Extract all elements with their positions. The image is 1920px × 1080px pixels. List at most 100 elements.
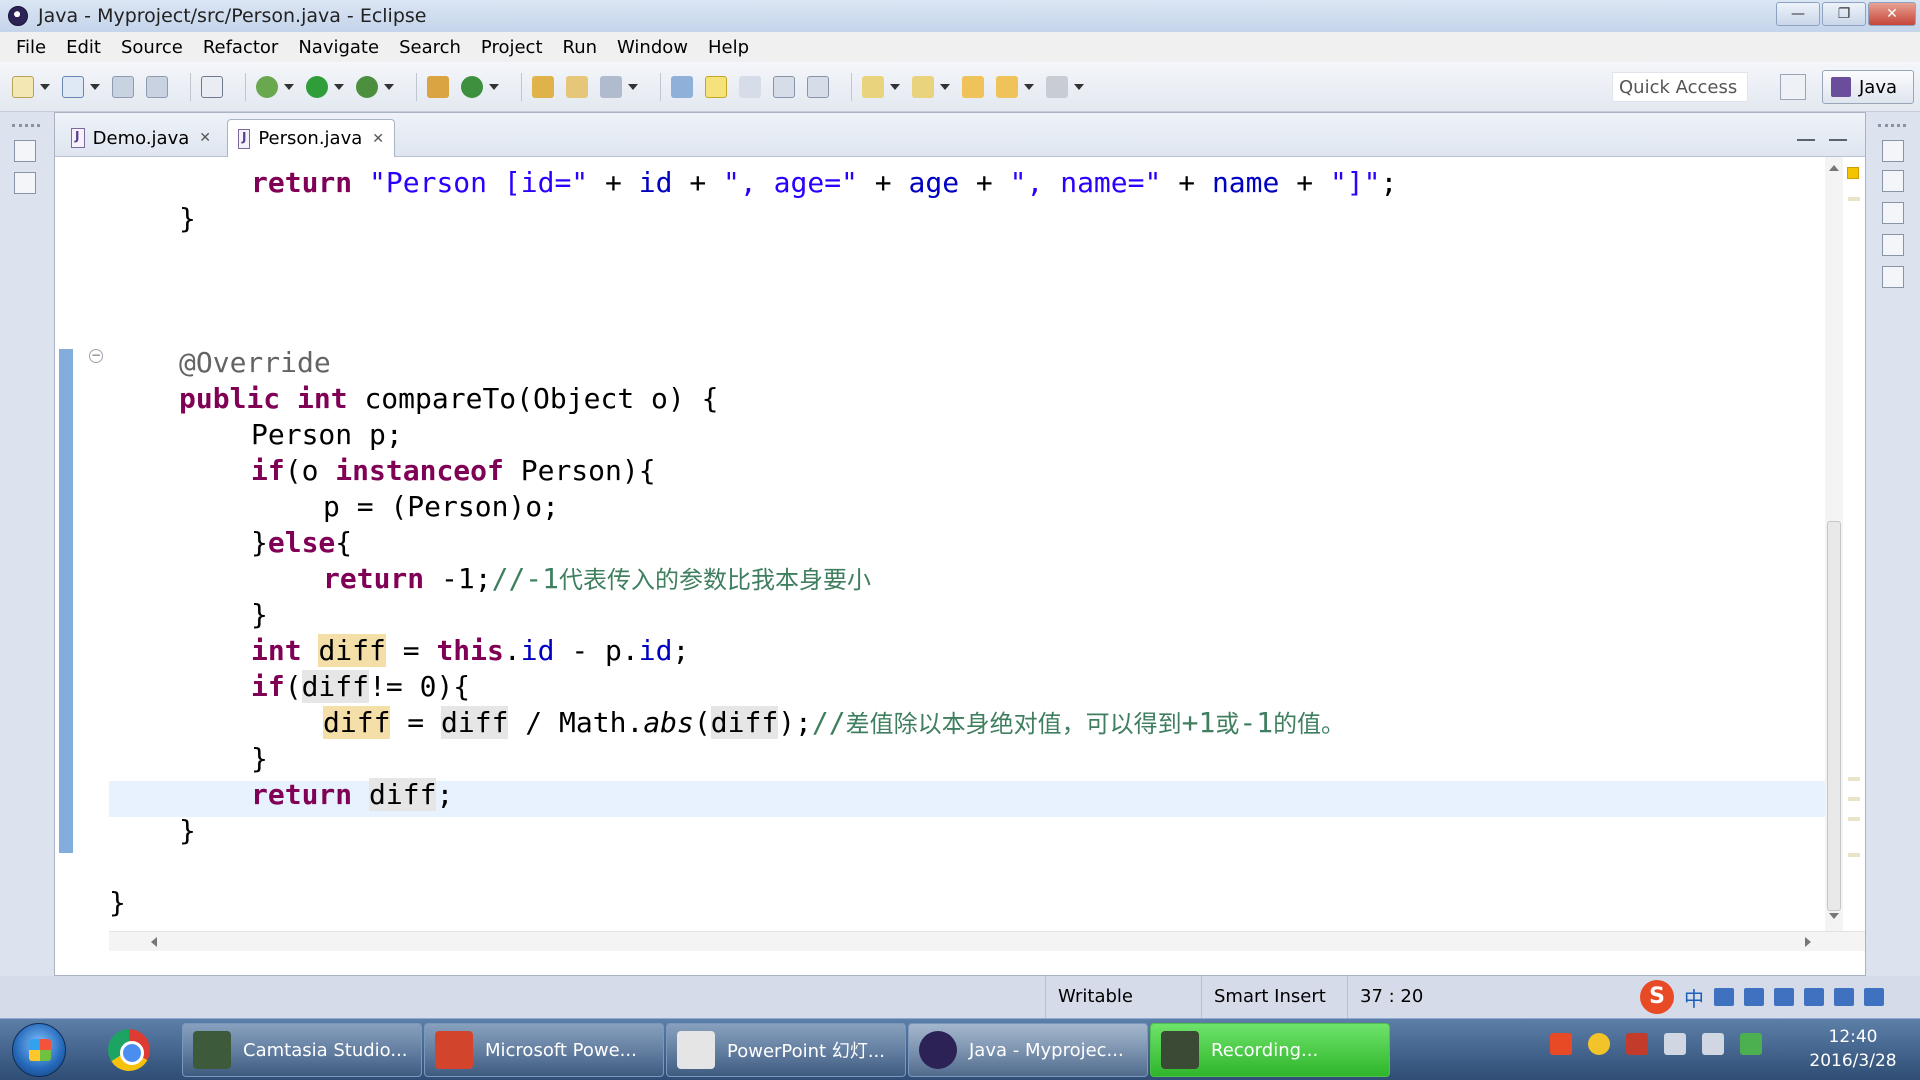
new-dropdown-icon[interactable] — [40, 83, 50, 90]
close-tab-icon[interactable]: ✕ — [199, 130, 211, 146]
mark-occurrences-icon[interactable] — [705, 75, 727, 98]
coverage-dropdown-icon[interactable] — [384, 83, 394, 90]
block-selection-icon[interactable] — [773, 75, 795, 98]
skip-breakpoints-icon[interactable] — [201, 75, 223, 98]
overview-mark[interactable] — [1848, 777, 1860, 781]
run-dropdown-icon[interactable] — [334, 83, 344, 90]
next-annotation-icon[interactable] — [862, 75, 884, 98]
console-icon[interactable] — [1882, 266, 1904, 288]
show-whitespace-icon[interactable] — [807, 75, 829, 98]
tab-demo-java[interactable]: Demo.java ✕ — [61, 119, 221, 157]
java-perspective-button[interactable]: Java — [1822, 70, 1914, 104]
overview-ruler[interactable] — [1845, 157, 1863, 931]
menu-file[interactable]: File — [6, 37, 56, 58]
task-recording[interactable]: Recording... — [1150, 1023, 1390, 1077]
chrome-icon[interactable] — [108, 1029, 150, 1071]
back-icon[interactable] — [996, 75, 1018, 98]
debug-dropdown-icon[interactable] — [284, 83, 294, 90]
open-task-icon[interactable] — [566, 75, 588, 98]
forward-icon[interactable] — [1046, 75, 1068, 98]
warning-icon[interactable] — [1847, 167, 1859, 179]
add-icon[interactable] — [1588, 1033, 1610, 1055]
coverage-icon[interactable] — [356, 75, 378, 98]
task-list-icon[interactable] — [1882, 170, 1904, 192]
start-button[interactable] — [12, 1023, 66, 1077]
minimize-button[interactable]: — — [1776, 2, 1820, 26]
fold-toggle-icon[interactable]: − — [89, 349, 103, 363]
save-icon[interactable] — [112, 75, 134, 98]
drag-handle[interactable] — [12, 124, 40, 128]
menu-search[interactable]: Search — [389, 37, 471, 58]
moon-icon[interactable] — [1714, 988, 1734, 1006]
overview-mark[interactable] — [1848, 197, 1860, 201]
new-project-dropdown-icon[interactable] — [90, 83, 100, 90]
back-dropdown-icon[interactable] — [1024, 83, 1034, 90]
close-tab-icon[interactable]: ✕ — [372, 131, 384, 147]
new-class-dropdown-icon[interactable] — [489, 83, 499, 90]
restore-view-icon[interactable] — [1882, 140, 1904, 162]
close-window-button[interactable]: ✕ — [1868, 2, 1916, 26]
scroll-right-icon[interactable] — [1805, 937, 1811, 947]
overview-mark[interactable] — [1848, 853, 1860, 857]
restore-view-icon[interactable] — [14, 140, 36, 162]
menu-project[interactable]: Project — [471, 37, 553, 58]
javadoc-icon[interactable] — [1882, 202, 1904, 224]
overview-mark[interactable] — [1848, 797, 1860, 801]
vertical-scrollbar[interactable] — [1825, 157, 1843, 931]
run-icon[interactable] — [306, 75, 328, 98]
debug-icon[interactable] — [256, 75, 278, 98]
settings-icon[interactable] — [1864, 988, 1884, 1006]
network-icon[interactable] — [1702, 1033, 1724, 1055]
package-explorer-icon[interactable] — [14, 172, 36, 194]
open-perspective-icon[interactable] — [1780, 74, 1806, 100]
status-insert-mode[interactable]: Smart Insert — [1201, 976, 1345, 1018]
volume-icon[interactable] — [1664, 1033, 1686, 1055]
overview-mark[interactable] — [1848, 817, 1860, 821]
sogou-tray-icon[interactable] — [1550, 1033, 1572, 1055]
previous-annotation-icon[interactable] — [912, 75, 934, 98]
menu-refactor[interactable]: Refactor — [193, 37, 289, 58]
declaration-icon[interactable] — [1882, 234, 1904, 256]
scroll-up-icon[interactable] — [1829, 165, 1839, 171]
horizontal-scrollbar[interactable] — [109, 931, 1865, 951]
ime-language[interactable]: 中 — [1684, 983, 1704, 1012]
task-eclipse[interactable]: Java - Myprojec... — [908, 1023, 1148, 1077]
punctuation-icon[interactable] — [1744, 988, 1764, 1006]
code-editor[interactable]: − return "Person [id=" + id + ", age=" +… — [55, 157, 1865, 931]
scroll-down-icon[interactable] — [1829, 913, 1839, 919]
save-all-icon[interactable] — [146, 75, 168, 98]
quick-access-input[interactable]: Quick Access — [1612, 72, 1748, 102]
security-icon[interactable] — [1626, 1033, 1648, 1055]
search-icon[interactable] — [600, 75, 622, 98]
menu-run[interactable]: Run — [553, 37, 608, 58]
new-java-class-icon[interactable] — [461, 75, 483, 98]
scroll-thumb[interactable] — [1827, 521, 1841, 911]
menu-help[interactable]: Help — [698, 37, 759, 58]
keyboard-icon[interactable] — [1774, 988, 1794, 1006]
new-java-package-icon[interactable] — [427, 75, 449, 98]
task-camtasia[interactable]: Camtasia Studio... — [182, 1023, 422, 1077]
word-wrap-icon[interactable] — [739, 75, 761, 98]
maximize-editor-icon[interactable] — [1829, 125, 1847, 141]
restore-button[interactable]: ❐ — [1822, 2, 1866, 26]
sogou-logo-icon[interactable]: S — [1640, 980, 1674, 1014]
last-edit-location-icon[interactable] — [962, 75, 984, 98]
menu-window[interactable]: Window — [607, 37, 698, 58]
scroll-left-icon[interactable] — [151, 937, 157, 947]
search-dropdown-icon[interactable] — [628, 83, 638, 90]
skin-icon[interactable] — [1834, 988, 1854, 1006]
menu-navigate[interactable]: Navigate — [288, 37, 389, 58]
menu-edit[interactable]: Edit — [56, 37, 111, 58]
tab-person-java[interactable]: Person.java ✕ — [227, 119, 395, 157]
task-powerpoint[interactable]: Microsoft Powe... — [424, 1023, 664, 1077]
new-project-icon[interactable] — [62, 75, 84, 98]
next-annotation-dropdown-icon[interactable] — [890, 83, 900, 90]
annotation-icon[interactable] — [671, 75, 693, 98]
user-icon[interactable] — [1804, 988, 1824, 1006]
previous-annotation-dropdown-icon[interactable] — [940, 83, 950, 90]
forward-dropdown-icon[interactable] — [1074, 83, 1084, 90]
drag-handle[interactable] — [1878, 124, 1906, 128]
task-powerpoint-slideshow[interactable]: PowerPoint 幻灯... — [666, 1023, 906, 1077]
open-type-icon[interactable] — [532, 75, 554, 98]
menu-source[interactable]: Source — [111, 37, 193, 58]
